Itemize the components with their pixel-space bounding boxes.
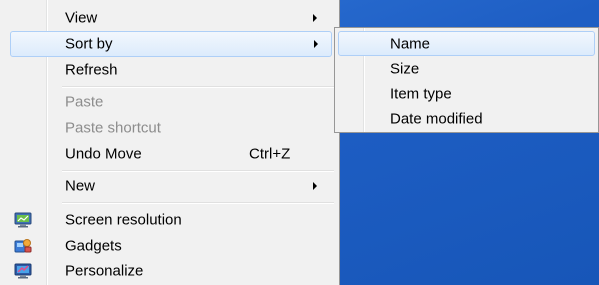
menu-item-label: View <box>65 9 98 27</box>
submenu-item-label: Size <box>390 60 420 77</box>
menu-item-undo-move[interactable]: Undo Move Ctrl+Z <box>0 141 340 167</box>
screen-resolution-icon <box>14 212 32 228</box>
menu-separator <box>62 202 334 204</box>
sort-by-submenu: Name Size Item type Date modified <box>334 27 599 133</box>
menu-item-new[interactable]: New <box>0 173 340 199</box>
menu-separator <box>62 86 334 88</box>
menu-item-paste-shortcut[interactable]: Paste shortcut <box>0 115 340 141</box>
menu-item-personalize[interactable]: Personalize <box>0 258 340 284</box>
sort-by-size[interactable]: Size <box>338 56 595 81</box>
menu-item-gadgets[interactable]: Gadgets <box>0 233 340 259</box>
submenu-item-label: Name <box>390 35 431 52</box>
gadgets-icon <box>14 238 32 254</box>
menu-item-screen-resolution[interactable]: Screen resolution <box>0 207 340 233</box>
sort-by-item-type[interactable]: Item type <box>338 81 595 106</box>
menu-separator <box>62 170 334 172</box>
menu-item-label: Undo Move <box>65 145 142 163</box>
submenu-arrow-icon <box>314 40 318 48</box>
submenu-item-label: Item type <box>390 85 452 102</box>
personalize-icon <box>14 263 32 279</box>
submenu-arrow-icon <box>313 14 317 22</box>
menu-item-label: Gadgets <box>65 237 122 255</box>
desktop-context-menu: View Sort by Refresh Paste Paste shortcu… <box>0 0 340 285</box>
submenu-item-label: Date modified <box>390 110 483 127</box>
menu-item-label: Personalize <box>65 262 144 280</box>
menu-item-label: Sort by <box>65 35 113 53</box>
sort-by-name[interactable]: Name <box>338 31 595 56</box>
menu-item-paste[interactable]: Paste <box>0 89 340 115</box>
menu-item-label: Screen resolution <box>65 211 182 229</box>
menu-item-label: Paste <box>65 93 104 111</box>
menu-item-sort-by[interactable]: Sort by <box>10 31 332 57</box>
menu-item-refresh[interactable]: Refresh <box>0 57 340 83</box>
submenu-arrow-icon <box>313 182 317 190</box>
menu-item-view[interactable]: View <box>0 5 340 31</box>
menu-item-label: New <box>65 177 96 195</box>
menu-item-shortcut: Ctrl+Z <box>249 145 291 163</box>
sort-by-date-modified[interactable]: Date modified <box>338 106 595 131</box>
menu-item-label: Refresh <box>65 61 118 79</box>
menu-item-label: Paste shortcut <box>65 119 161 137</box>
